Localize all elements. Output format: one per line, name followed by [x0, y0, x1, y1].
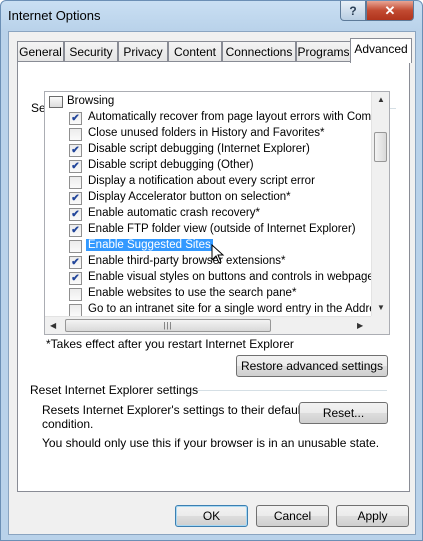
scroll-corner: [371, 316, 389, 334]
tab-strip: General Security Privacy Content Connect…: [17, 38, 412, 63]
close-icon: ✕: [384, 2, 396, 18]
checkbox[interactable]: ✔: [69, 256, 82, 269]
checkbox[interactable]: [69, 128, 82, 141]
check-icon: ✔: [71, 192, 80, 204]
tab-advanced[interactable]: Advanced: [350, 38, 412, 63]
setting-item[interactable]: Go to an intranet site for a single word…: [45, 302, 371, 316]
grip-icon: |||: [163, 321, 173, 330]
check-icon: ✔: [71, 256, 80, 268]
checkbox[interactable]: [69, 240, 82, 253]
category-label: Browsing: [67, 95, 115, 107]
scroll-left-icon[interactable]: ◀: [50, 321, 56, 330]
setting-item[interactable]: ✔ Enable visual styles on buttons and co…: [45, 270, 371, 286]
horizontal-scrollbar[interactable]: ◀ ||| ▶: [45, 316, 371, 334]
setting-item[interactable]: ✔ Enable automatic crash recovery*: [45, 206, 371, 222]
scroll-right-icon[interactable]: ▶: [357, 321, 363, 330]
help-button[interactable]: ?: [340, 1, 366, 21]
cancel-button[interactable]: Cancel: [256, 505, 329, 527]
checkbox[interactable]: [69, 288, 82, 301]
setting-label: Enable third-party browser extensions*: [88, 255, 286, 267]
close-button[interactable]: ✕: [366, 1, 414, 21]
restore-advanced-settings-button[interactable]: Restore advanced settings: [236, 355, 388, 377]
setting-label: Display a notification about every scrip…: [88, 175, 315, 187]
setting-item[interactable]: ✔ Enable FTP folder view (outside of Int…: [45, 222, 371, 238]
setting-item[interactable]: ✔ Disable script debugging (Other): [45, 158, 371, 174]
checkbox[interactable]: [69, 176, 82, 189]
setting-label: Close unused folders in History and Favo…: [88, 127, 325, 139]
tab-programs[interactable]: Programs: [296, 41, 351, 62]
check-icon: ✔: [71, 112, 80, 124]
setting-label: Enable websites to use the search pane*: [88, 287, 297, 299]
tab-privacy[interactable]: Privacy: [118, 41, 168, 62]
setting-item[interactable]: Display a notification about every scrip…: [45, 174, 371, 190]
settings-list: Browsing ✔ Automatically recover from pa…: [45, 92, 371, 316]
setting-label: Enable FTP folder view (outside of Inter…: [88, 223, 356, 235]
checkbox[interactable]: ✔: [69, 272, 82, 285]
category-browsing: Browsing: [45, 94, 371, 110]
checkbox[interactable]: ✔: [69, 160, 82, 173]
reset-divider: [192, 390, 387, 391]
checkbox[interactable]: ✔: [69, 192, 82, 205]
setting-item-selected[interactable]: Enable Suggested Sites: [45, 238, 371, 254]
setting-label: Disable script debugging (Internet Explo…: [88, 143, 310, 155]
setting-label: Disable script debugging (Other): [88, 159, 254, 171]
check-icon: ✔: [71, 160, 80, 172]
setting-label: Enable automatic crash recovery*: [88, 207, 260, 219]
settings-listbox[interactable]: Browsing ✔ Automatically recover from pa…: [44, 91, 390, 335]
checkbox[interactable]: ✔: [69, 224, 82, 237]
setting-label: Go to an intranet site for a single word…: [88, 303, 371, 315]
mouse-cursor-icon: [211, 244, 225, 264]
setting-label: Automatically recover from page layout e…: [88, 111, 371, 123]
scroll-up-icon[interactable]: ▲: [377, 95, 385, 104]
horizontal-scroll-thumb[interactable]: |||: [65, 319, 271, 332]
scroll-down-icon[interactable]: ▼: [377, 303, 385, 312]
reset-warning: You should only use this if your browser…: [42, 436, 380, 450]
check-icon: ✔: [71, 272, 80, 284]
checkbox[interactable]: ✔: [69, 144, 82, 157]
category-icon: [49, 96, 63, 108]
setting-item[interactable]: ✔ Disable script debugging (Internet Exp…: [45, 142, 371, 158]
tab-content[interactable]: Content: [168, 41, 222, 62]
apply-button[interactable]: Apply: [336, 505, 409, 527]
tab-general[interactable]: General: [17, 41, 64, 62]
checkbox[interactable]: ✔: [69, 208, 82, 221]
setting-item[interactable]: Enable websites to use the search pane*: [45, 286, 371, 302]
checkbox[interactable]: [69, 304, 82, 316]
setting-label: Enable Suggested Sites: [86, 239, 213, 251]
window-title: Internet Options: [8, 8, 101, 23]
help-icon: ?: [349, 3, 357, 18]
check-icon: ✔: [71, 144, 80, 156]
setting-label: Enable visual styles on buttons and cont…: [88, 271, 371, 283]
reset-group-label: Reset Internet Explorer settings: [30, 383, 199, 397]
dialog-body: General Security Privacy Content Connect…: [8, 31, 416, 535]
title-bar[interactable]: Internet Options ? ✕: [1, 1, 422, 31]
vertical-scroll-thumb[interactable]: [374, 132, 387, 162]
setting-label: Display Accelerator button on selection*: [88, 191, 291, 203]
vertical-scrollbar[interactable]: ▲ ▼: [371, 92, 389, 316]
ok-button[interactable]: OK: [175, 505, 248, 527]
check-icon: ✔: [71, 208, 80, 220]
reset-description: Resets Internet Explorer's settings to t…: [42, 403, 304, 417]
setting-item[interactable]: ✔ Enable third-party browser extensions*: [45, 254, 371, 270]
checkbox[interactable]: ✔: [69, 112, 82, 125]
internet-options-window: Internet Options ? ✕ General Security Pr…: [0, 0, 423, 541]
setting-item[interactable]: ✔ Display Accelerator button on selectio…: [45, 190, 371, 206]
reset-button[interactable]: Reset...: [299, 402, 388, 424]
tab-connections[interactable]: Connections: [222, 41, 296, 62]
setting-item[interactable]: Close unused folders in History and Favo…: [45, 126, 371, 142]
tab-security[interactable]: Security: [64, 41, 118, 62]
setting-item[interactable]: ✔ Automatically recover from page layout…: [45, 110, 371, 126]
restart-footnote: *Takes effect after you restart Internet…: [46, 337, 294, 351]
check-icon: ✔: [71, 224, 80, 236]
reset-description-cont: condition.: [42, 417, 94, 431]
